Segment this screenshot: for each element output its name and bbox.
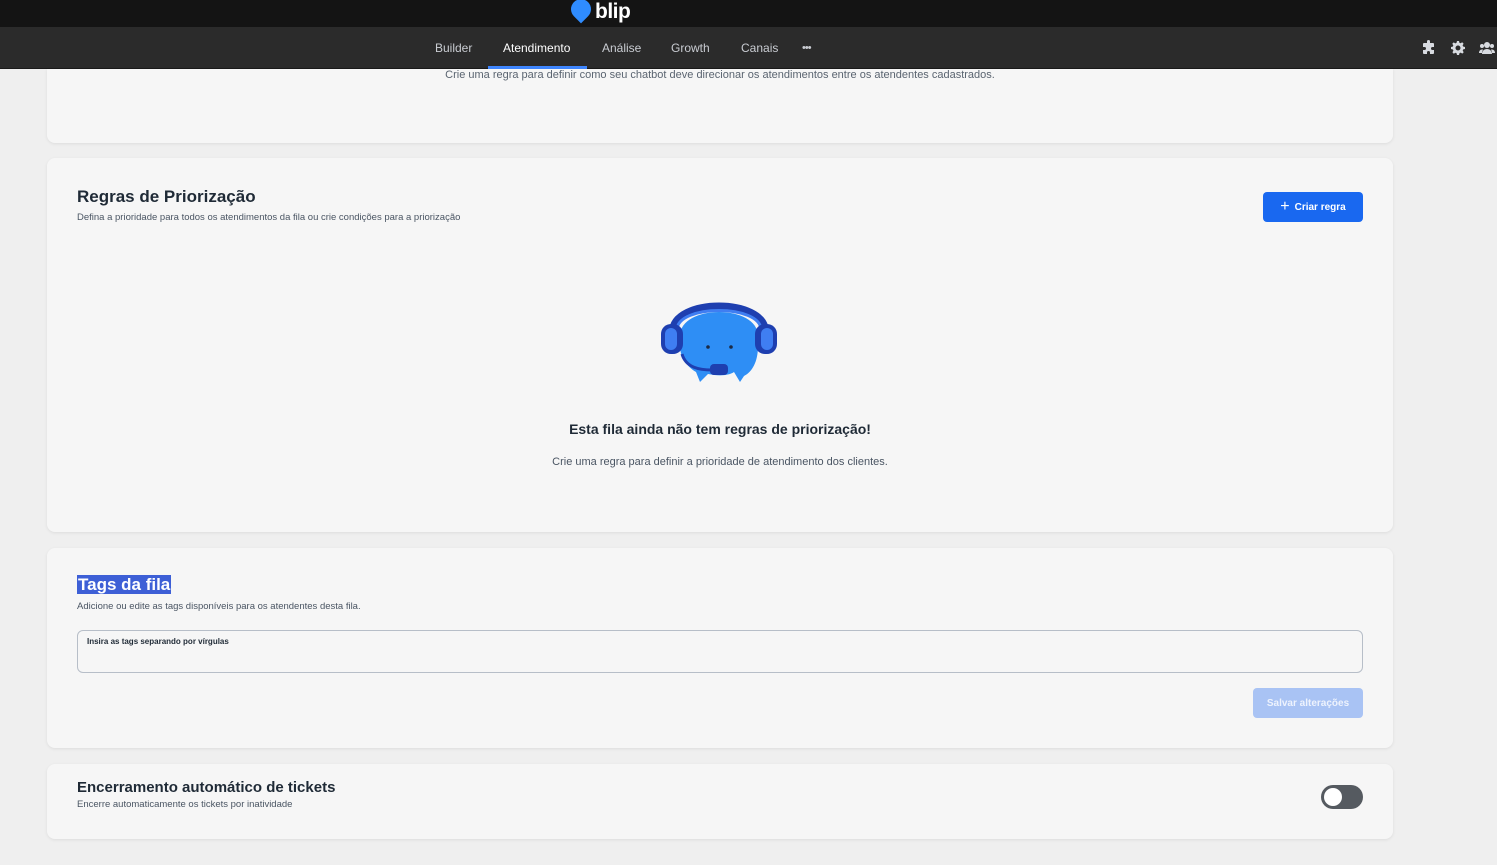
empty-state-title: Esta fila ainda não tem regras de priori… bbox=[569, 421, 871, 437]
auto-close-subtitle: Encerre automaticamente os tickets por i… bbox=[77, 799, 293, 810]
nav-tab-analise[interactable]: Análise bbox=[602, 27, 641, 69]
save-changes-button[interactable]: Salvar alterações bbox=[1253, 688, 1363, 718]
plus-icon: + bbox=[1280, 198, 1290, 215]
blip-logo-text: blip bbox=[595, 0, 631, 23]
priority-rules-title: Regras de Priorização bbox=[77, 187, 256, 206]
tags-input-box[interactable]: Insira as tags separando por vírgulas bbox=[77, 630, 1363, 673]
blip-logo-icon bbox=[566, 0, 596, 24]
queue-tags-card: Tags da fila Adicione ou edite as tags d… bbox=[47, 548, 1393, 748]
support-mascot-icon bbox=[661, 302, 777, 382]
top-brand-bar: blip bbox=[0, 0, 1497, 27]
attendance-rules-card: Crie uma regra para definir como seu cha… bbox=[47, 69, 1393, 143]
tags-input[interactable] bbox=[87, 650, 1353, 662]
nav-tab-growth[interactable]: Growth bbox=[671, 27, 710, 69]
empty-state-subtitle: Crie uma regra para definir a prioridade… bbox=[552, 456, 888, 468]
nav-more-button[interactable]: ••• bbox=[802, 27, 812, 69]
tags-input-label: Insira as tags separando por vírgulas bbox=[87, 637, 229, 646]
create-rule-label: Criar regra bbox=[1294, 201, 1346, 213]
auto-close-card: Encerramento automático de tickets Encer… bbox=[47, 764, 1393, 839]
queue-tags-title: Tags da fila bbox=[77, 575, 172, 595]
puzzle-icon[interactable] bbox=[1421, 40, 1437, 56]
auto-close-title: Encerramento automático de tickets bbox=[77, 779, 336, 796]
nav-tab-atendimento[interactable]: Atendimento bbox=[503, 27, 570, 69]
blip-logo[interactable]: blip bbox=[566, 0, 631, 24]
auto-close-toggle[interactable] bbox=[1321, 785, 1363, 809]
priority-rules-subtitle: Defina a prioridade para todos os atendi… bbox=[77, 212, 461, 223]
nav-tab-builder[interactable]: Builder bbox=[435, 27, 472, 69]
gear-icon[interactable] bbox=[1450, 40, 1466, 56]
queue-tags-title-text: Tags da fila bbox=[77, 575, 172, 594]
main-nav: Builder Atendimento Análise Growth Canai… bbox=[0, 27, 1497, 69]
nav-tab-canais[interactable]: Canais bbox=[741, 27, 778, 69]
attendance-rules-description: Crie uma regra para definir como seu cha… bbox=[445, 69, 995, 81]
priority-rules-card: Regras de Priorização Defina a prioridad… bbox=[47, 158, 1393, 532]
team-icon[interactable] bbox=[1479, 40, 1495, 56]
queue-tags-subtitle: Adicione ou edite as tags disponíveis pa… bbox=[77, 601, 361, 612]
toggle-knob bbox=[1324, 788, 1342, 806]
create-rule-button[interactable]: + Criar regra bbox=[1263, 192, 1363, 222]
